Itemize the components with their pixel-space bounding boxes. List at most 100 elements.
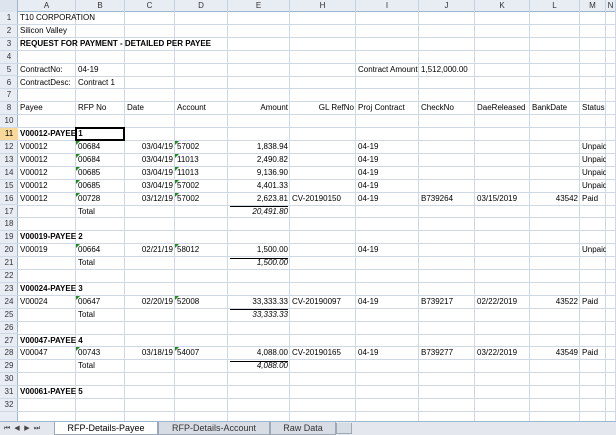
row-header-31[interactable]: 31 bbox=[0, 386, 18, 399]
table-cell: 11013 bbox=[177, 167, 199, 177]
table-cell: Paid bbox=[582, 348, 599, 358]
total-border bbox=[230, 206, 288, 207]
table-cell: 02/20/19 bbox=[141, 296, 173, 306]
column-header-e[interactable]: E bbox=[228, 0, 290, 12]
table-cell: CV-20190150 bbox=[292, 193, 341, 203]
last-sheet-icon[interactable]: ⏭ bbox=[32, 424, 42, 434]
row-header-30[interactable]: 30 bbox=[0, 373, 18, 387]
row-header-10[interactable]: 10 bbox=[0, 115, 18, 129]
next-sheet-icon[interactable]: ▶ bbox=[22, 424, 32, 434]
table-cell: 58012 bbox=[177, 245, 200, 255]
table-cell: 43542 bbox=[555, 193, 578, 203]
column-header-i[interactable]: I bbox=[356, 0, 419, 12]
payee-group-title: V00024-PAYEE 3 bbox=[20, 283, 83, 293]
contract-desc-label: ContractDesc: bbox=[20, 77, 71, 87]
row-header-32[interactable]: 32 bbox=[0, 399, 18, 412]
column-header-b[interactable]: B bbox=[76, 0, 125, 12]
row-header-4[interactable]: 4 bbox=[0, 51, 18, 64]
row-header-27[interactable]: 27 bbox=[0, 335, 18, 348]
table-cell: 43549 bbox=[555, 348, 578, 358]
row-header-15[interactable]: 15 bbox=[0, 180, 18, 193]
column-header-l[interactable]: L bbox=[530, 0, 580, 12]
column-header-c[interactable]: C bbox=[125, 0, 175, 12]
contract-amount-label: Contract Amount bbox=[358, 64, 418, 74]
row-header-8[interactable]: 8 bbox=[0, 102, 18, 116]
table-cell: 02/22/2019 bbox=[477, 296, 518, 306]
column-header-a[interactable]: A bbox=[18, 0, 76, 12]
row-header-19[interactable]: 19 bbox=[0, 231, 18, 245]
spreadsheet-grid[interactable]: ABCDEHIJKLMN 1 2 3 4 5 6 7 8 10 11 12 13 14 15 16 17 18 1… bbox=[0, 0, 616, 421]
column-header-d[interactable]: D bbox=[175, 0, 228, 12]
column-title-date: Date bbox=[127, 103, 144, 113]
table-cell: V00012 bbox=[20, 180, 48, 190]
row-header-5[interactable]: 5 bbox=[0, 64, 18, 77]
row-header-26[interactable]: 26 bbox=[0, 322, 18, 335]
row-header-21[interactable]: 21 bbox=[0, 257, 18, 270]
column-header-k[interactable]: K bbox=[475, 0, 530, 12]
column-title-payee: Payee bbox=[20, 103, 43, 113]
row-header-28[interactable]: 28 bbox=[0, 347, 18, 361]
table-cell: 04-19 bbox=[358, 296, 379, 306]
row-header-1[interactable]: 1 bbox=[0, 12, 18, 25]
row-header-12[interactable]: 12 bbox=[0, 141, 18, 154]
table-cell: B739264 bbox=[421, 193, 454, 203]
contract-amount-value: 1,512,000.00 bbox=[421, 64, 468, 74]
row-header-29[interactable]: 29 bbox=[0, 360, 18, 374]
error-indicator-icon bbox=[175, 166, 179, 171]
row-header-18[interactable]: 18 bbox=[0, 218, 18, 232]
row-header-7[interactable]: 7 bbox=[0, 89, 18, 103]
table-cell: 00743 bbox=[78, 348, 101, 358]
table-cell: 1,838.94 bbox=[256, 142, 288, 151]
table-cell: 57002 bbox=[177, 180, 200, 190]
table-cell: 57002 bbox=[177, 142, 200, 151]
select-all-corner[interactable] bbox=[0, 0, 18, 12]
error-indicator-icon bbox=[175, 153, 179, 158]
active-cell-outline bbox=[75, 127, 125, 141]
tab-rfp-details-payee[interactable]: RFP-Details-Payee bbox=[54, 422, 158, 435]
row-header-6[interactable]: 6 bbox=[0, 77, 18, 90]
row-header-16[interactable]: 16 bbox=[0, 193, 18, 206]
insert-sheet-icon[interactable] bbox=[336, 423, 352, 434]
tab-rfp-details-account[interactable]: RFP-Details-Account bbox=[158, 422, 270, 435]
table-cell: 03/04/19 bbox=[141, 180, 173, 190]
table-cell: 03/04/19 bbox=[141, 167, 173, 177]
error-indicator-icon bbox=[76, 179, 80, 184]
table-cell: 00684 bbox=[78, 154, 101, 164]
column-title-rfp-no: RFP No bbox=[78, 103, 107, 113]
group-total-label: Total bbox=[78, 258, 95, 268]
row-header-22[interactable]: 22 bbox=[0, 270, 18, 283]
table-cell bbox=[475, 167, 530, 180]
column-header-j[interactable]: J bbox=[419, 0, 475, 12]
tab-raw-data[interactable]: Raw Data bbox=[270, 422, 336, 435]
row-header-24[interactable]: 24 bbox=[0, 296, 18, 309]
row-header-14[interactable]: 14 bbox=[0, 167, 18, 180]
group-total-value: 4,088.00 bbox=[256, 361, 288, 371]
row-header-3[interactable]: 3 bbox=[0, 38, 18, 51]
first-sheet-icon[interactable]: ⏮ bbox=[2, 424, 12, 434]
table-cell bbox=[419, 167, 475, 180]
prev-sheet-icon[interactable]: ◀ bbox=[12, 424, 22, 434]
table-cell: CV-20190097 bbox=[292, 296, 341, 306]
report-title: REQUEST FOR PAYMENT - DETAILED PER PAYEE bbox=[20, 38, 211, 48]
table-cell: 04-19 bbox=[358, 180, 379, 190]
table-cell: 33,333.33 bbox=[252, 296, 288, 306]
table-cell: 00685 bbox=[78, 167, 101, 177]
table-cell: 03/12/19 bbox=[141, 193, 173, 203]
table-cell: Paid bbox=[582, 296, 599, 306]
row-header-17[interactable]: 17 bbox=[0, 206, 18, 219]
table-cell bbox=[290, 167, 356, 180]
error-indicator-icon bbox=[76, 141, 80, 145]
error-indicator-icon bbox=[76, 244, 80, 249]
row-header-11[interactable]: 11 bbox=[0, 128, 18, 141]
row-header-23[interactable]: 23 bbox=[0, 283, 18, 296]
column-header-m[interactable]: M bbox=[580, 0, 606, 12]
column-header-n[interactable]: N bbox=[606, 0, 616, 12]
table-cell bbox=[419, 180, 475, 193]
row-header-13[interactable]: 13 bbox=[0, 154, 18, 167]
column-title-daereleased: DaeReleased bbox=[477, 103, 526, 113]
row-header-20[interactable]: 20 bbox=[0, 244, 18, 258]
table-cell: 04-19 bbox=[358, 193, 379, 203]
row-header-25[interactable]: 25 bbox=[0, 309, 18, 322]
row-header-2[interactable]: 2 bbox=[0, 25, 18, 38]
column-header-h[interactable]: H bbox=[290, 0, 356, 12]
